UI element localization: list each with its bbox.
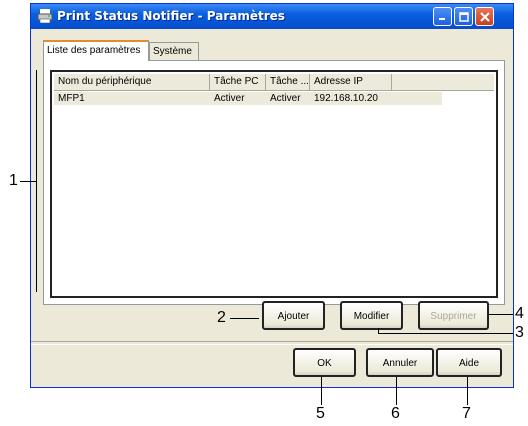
callout-4: 4 [515,305,524,322]
ok-button[interactable]: OK [293,348,356,377]
table-row[interactable]: MFP1 Activer Activer 192.168.10.20 [54,92,442,105]
cell-ip-address: 192.168.10.20 [314,93,378,104]
column-header-pc-task[interactable]: Tâche PC [210,74,266,90]
minimize-button[interactable] [433,7,452,26]
column-header-ip-address[interactable]: Adresse IP [310,74,392,90]
callout-1-bracket [36,70,37,292]
minimize-icon [439,18,445,20]
maximize-icon [458,11,469,22]
callout-3: 3 [515,324,524,341]
modify-button[interactable]: Modifier [340,301,403,330]
tab-liste-des-parametres[interactable]: Liste des paramètres [43,40,149,61]
callout-3-line-h [378,333,513,334]
help-button[interactable]: Aide [436,348,502,377]
column-header-task[interactable]: Tâche ... [266,74,310,90]
device-list[interactable]: Nom du périphérique Tâche PC Tâche ... A… [50,70,498,298]
list-header: Nom du périphérique Tâche PC Tâche ... A… [54,74,494,91]
tab-panel: Nom du périphérique Tâche PC Tâche ... A… [43,60,505,305]
callout-7-line [467,377,468,405]
callout-1-line [20,181,36,182]
maximize-button[interactable] [454,7,473,26]
column-header-empty [392,74,494,90]
tab-systeme[interactable]: Système [149,42,199,60]
close-button[interactable] [475,7,494,26]
callout-5: 5 [316,405,325,422]
column-header-device-name[interactable]: Nom du périphérique [54,74,210,90]
add-button[interactable]: Ajouter [262,301,325,330]
callout-2-line [230,318,259,319]
cancel-button[interactable]: Annuler [366,348,434,377]
printer-icon [37,9,53,23]
callout-6: 6 [391,405,400,422]
callout-1: 1 [9,172,18,189]
callout-4-line [489,314,513,315]
cell-pc-task: Activer [214,93,245,104]
cell-task: Activer [270,93,301,104]
cell-device-name: MFP1 [58,93,85,104]
title-bar[interactable]: Print Status Notifier - Paramètres [31,4,513,29]
callout-2: 2 [217,309,226,326]
callout-7: 7 [462,405,471,422]
callout-6-line [396,377,397,405]
dialog-window: Print Status Notifier - Paramètres Liste… [30,3,514,388]
separator [31,341,513,345]
callout-5-line [321,377,322,405]
close-icon [479,11,490,22]
delete-button[interactable]: Supprimer [418,301,489,330]
window-title: Print Status Notifier - Paramètres [57,9,285,23]
